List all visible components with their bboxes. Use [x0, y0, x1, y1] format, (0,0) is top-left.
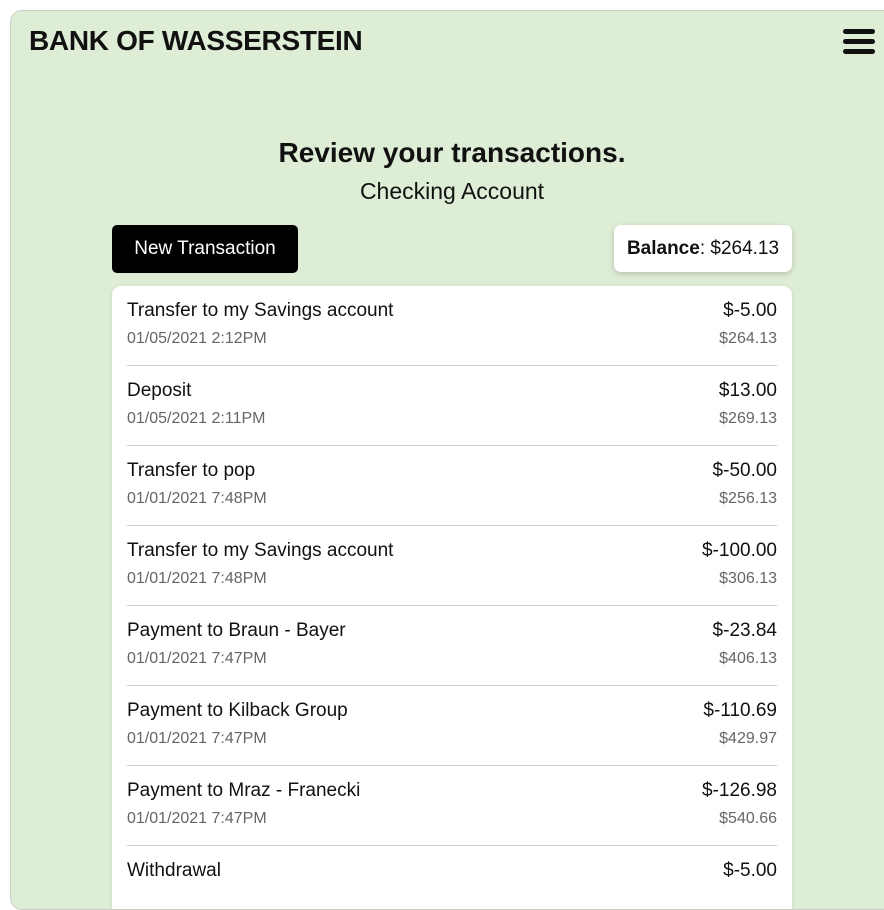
transaction-running-balance: $406.13	[719, 650, 777, 667]
transaction-amount: $-5.00	[723, 300, 777, 321]
transaction-amount: $-126.98	[701, 780, 777, 801]
transaction-row[interactable]: Transfer to my Savings account 01/05/202…	[127, 286, 777, 366]
transaction-running-balance: $429.97	[719, 730, 777, 747]
menu-bar	[843, 39, 875, 44]
transaction-amount: $13.00	[718, 380, 777, 401]
transaction-date: 01/01/2021 7:47PM	[127, 650, 267, 667]
balance-label: Balance	[626, 238, 700, 259]
transaction-row[interactable]: Deposit 01/05/2021 2:11PM $13.00 $269.13	[127, 366, 777, 446]
transaction-date: 01/05/2021 2:12PM	[127, 330, 267, 347]
transaction-name: Transfer to my Savings account	[127, 540, 394, 561]
transaction-row[interactable]: Withdrawal $-5.00	[127, 846, 777, 909]
brand-title: BANK OF WASSERSTEIN	[29, 25, 363, 56]
app-window: BANK OF WASSERSTEIN Review your transact…	[10, 10, 884, 910]
menu-bar	[843, 49, 875, 54]
new-transaction-button[interactable]: New Transaction	[112, 225, 298, 273]
transaction-amount: $-50.00	[712, 460, 777, 481]
transaction-amount: $-110.69	[703, 700, 777, 721]
transaction-row[interactable]: Transfer to pop 01/01/2021 7:48PM $-50.0…	[127, 446, 777, 526]
transaction-running-balance: $269.13	[719, 410, 777, 427]
transaction-date: 01/05/2021 2:11PM	[127, 410, 266, 427]
balance-value: $264.13	[710, 238, 780, 259]
transaction-name: Transfer to pop	[127, 460, 256, 481]
page-title: Review your transactions.	[278, 137, 626, 168]
transaction-amount: $-100.00	[701, 540, 777, 561]
transactions-list: Transfer to my Savings account 01/05/202…	[112, 286, 792, 909]
transaction-name: Payment to Mraz - Franecki	[127, 780, 361, 801]
transaction-name: Withdrawal	[127, 860, 221, 881]
transaction-row[interactable]: Payment to Braun - Bayer 01/01/2021 7:47…	[127, 606, 777, 686]
transaction-running-balance: $306.13	[719, 570, 777, 587]
transaction-row[interactable]: Payment to Mraz - Franecki 01/01/2021 7:…	[127, 766, 777, 846]
transaction-running-balance: $256.13	[719, 490, 777, 507]
transaction-running-balance: $264.13	[719, 330, 777, 347]
transaction-amount: $-23.84	[712, 620, 777, 641]
transaction-amount: $-5.00	[723, 860, 777, 881]
transaction-row[interactable]: Payment to Kilback Group 01/01/2021 7:47…	[127, 686, 777, 766]
transaction-date: 01/01/2021 7:48PM	[127, 490, 267, 507]
transaction-name: Payment to Kilback Group	[127, 700, 348, 721]
transaction-name: Transfer to my Savings account	[127, 300, 394, 321]
transaction-date: 01/01/2021 7:47PM	[127, 810, 267, 827]
balance-badge: Balance: $264.13	[614, 225, 792, 272]
transaction-row[interactable]: Transfer to my Savings account 01/01/202…	[127, 526, 777, 606]
transaction-date: 01/01/2021 7:47PM	[127, 730, 267, 747]
transaction-name: Payment to Braun - Bayer	[127, 620, 346, 641]
transaction-name: Deposit	[127, 380, 192, 401]
account-name: Checking Account	[359, 178, 545, 204]
menu-bar	[843, 29, 875, 34]
hamburger-menu-icon[interactable]	[843, 29, 875, 55]
transaction-running-balance: $540.66	[719, 810, 777, 827]
transaction-date: 01/01/2021 7:48PM	[127, 570, 267, 587]
